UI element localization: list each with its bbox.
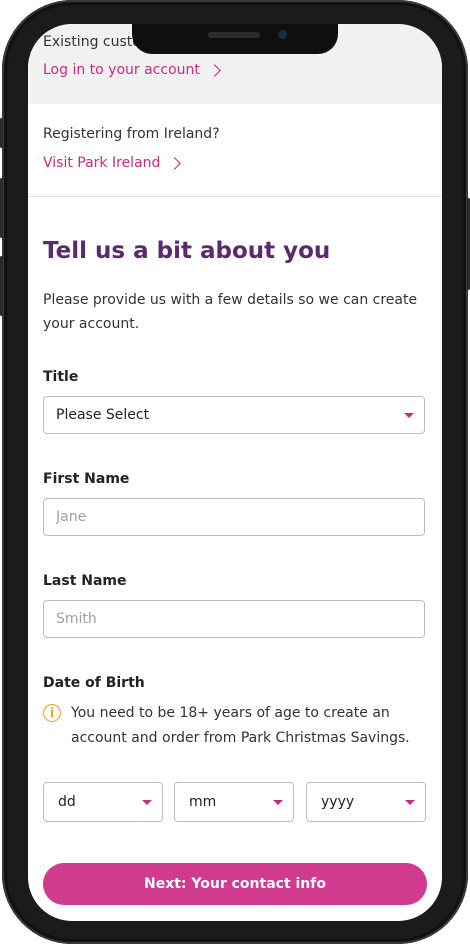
front-camera: [278, 30, 287, 39]
last-name-label: Last Name: [43, 573, 127, 589]
caret-down-icon: [142, 800, 152, 805]
title-label: Title: [43, 369, 79, 385]
chevron-right-icon: [208, 63, 221, 77]
page-title: Tell us a bit about you: [43, 238, 331, 264]
visit-ireland-link-text: Visit Park Ireland: [43, 155, 161, 171]
info-icon: i: [43, 704, 61, 722]
title-select[interactable]: Please Select: [43, 396, 425, 434]
dob-label: Date of Birth: [43, 675, 145, 691]
mute-switch: [0, 118, 3, 148]
dob-year-select[interactable]: yyyy: [306, 782, 426, 822]
caret-down-icon: [405, 800, 415, 805]
existing-customer-label: Existing custo: [43, 34, 141, 50]
volume-down-button: [0, 256, 3, 316]
notch: [132, 24, 338, 54]
volume-up-button: [0, 178, 3, 238]
next-contact-info-button[interactable]: Next: Your contact info: [43, 863, 427, 905]
first-name-input[interactable]: [43, 498, 425, 536]
login-link[interactable]: Log in to your account: [43, 62, 221, 78]
last-name-input[interactable]: [43, 600, 425, 638]
title-select-value: Please Select: [56, 407, 150, 423]
dob-year-value: yyyy: [321, 794, 355, 810]
dob-day-select[interactable]: dd: [43, 782, 163, 822]
dob-notice: i You need to be 18+ years of age to cre…: [43, 701, 428, 751]
intro-text: Please provide us with a few details so …: [43, 292, 418, 332]
dob-month-value: mm: [189, 794, 217, 810]
speaker: [208, 32, 260, 38]
chevron-right-icon: [168, 156, 182, 170]
caret-down-icon: [273, 800, 283, 805]
dob-day-value: dd: [58, 794, 76, 810]
visit-ireland-link[interactable]: Visit Park Ireland: [43, 155, 182, 171]
ireland-section: Registering from Ireland? Visit Park Ire…: [28, 104, 442, 197]
dob-month-select[interactable]: mm: [174, 782, 294, 822]
first-name-label: First Name: [43, 471, 130, 487]
caret-down-icon: [404, 413, 414, 418]
login-link-text: Log in to your account: [43, 62, 200, 78]
screen: Existing custo Log in to your account Re…: [28, 24, 442, 921]
dob-notice-text: You need to be 18+ years of age to creat…: [71, 705, 410, 746]
ireland-label: Registering from Ireland?: [43, 126, 220, 142]
